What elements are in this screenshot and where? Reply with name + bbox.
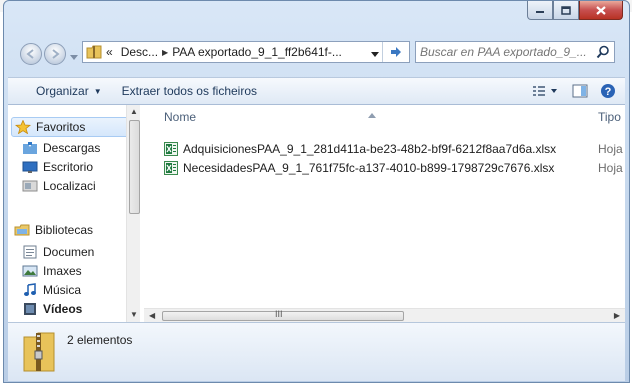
preview-pane-button[interactable]: [569, 81, 591, 101]
toolbar-right-group: ?: [529, 81, 619, 101]
refresh-button[interactable]: [382, 42, 409, 62]
sidebar-item-label: Vídeos: [43, 302, 83, 316]
sidebar-item-escritorio[interactable]: Escritorio: [22, 158, 93, 176]
file-name: AdquisicionesPAA_9_1_281d411a-be23-48b2-…: [183, 142, 557, 156]
desktop-icon: [22, 160, 38, 174]
sidebar-item-label: Descargas: [43, 141, 101, 155]
search-box[interactable]: [415, 41, 615, 63]
sidebar-item-label: Localizaci: [43, 179, 96, 193]
pictures-icon: [22, 264, 38, 278]
navigation-row: « Desc... ▶ PAA exportado_9_1_ff2b641f-.…: [20, 41, 626, 67]
file-type: Hoja d: [598, 142, 625, 156]
documents-icon: [22, 245, 38, 259]
search-input[interactable]: [416, 44, 592, 60]
excel-file-icon: [164, 142, 178, 156]
help-button[interactable]: ?: [597, 81, 619, 101]
maximize-button[interactable]: [553, 1, 579, 20]
details-pane: 2 elementos: [8, 322, 625, 381]
sidebar-item-bibliotecas[interactable]: Bibliotecas: [14, 221, 93, 239]
view-list-icon: [533, 86, 557, 96]
sort-ascending-icon: [368, 107, 376, 121]
sidebar-item-imaxes[interactable]: Imaxes: [22, 262, 82, 280]
address-dropdown[interactable]: [371, 47, 379, 61]
scroll-left-arrow-icon[interactable]: ◀: [149, 311, 155, 320]
command-bar: Organizar ▼ Extraer todos os ficheiros ?: [8, 77, 625, 105]
sidebar-item-musica[interactable]: Música: [22, 281, 81, 299]
forward-button[interactable]: [44, 43, 66, 65]
scroll-down-arrow-icon[interactable]: ▼: [130, 310, 138, 319]
excel-file-icon: [164, 161, 178, 175]
explorer-window: « Desc... ▶ PAA exportado_9_1_ff2b641f-.…: [3, 0, 630, 383]
scroll-right-arrow-icon[interactable]: ▶: [614, 311, 620, 320]
content-area: Favoritos Descargas Escritorio Localizac…: [8, 105, 625, 322]
organize-label: Organizar: [36, 84, 89, 98]
preview-pane-icon: [572, 84, 588, 98]
videos-icon: [22, 302, 38, 316]
libraries-icon: [14, 223, 30, 237]
recent-pages-dropdown[interactable]: [70, 50, 78, 64]
recent-places-icon: [22, 179, 38, 193]
close-icon: [596, 5, 606, 15]
sidebar-item-videos[interactable]: Vídeos: [22, 300, 82, 318]
scroll-up-arrow-icon[interactable]: ▲: [130, 107, 138, 116]
minimize-icon: [536, 11, 544, 13]
sidebar-item-label: Favoritos: [36, 120, 86, 134]
chevron-down-icon: [70, 55, 78, 60]
navigation-pane: Favoritos Descargas Escritorio Localizac…: [8, 105, 141, 322]
extract-all-label: Extraer todos os ficheiros: [121, 84, 258, 98]
breadcrumb-overflow[interactable]: «: [102, 45, 117, 59]
star-icon: [14, 119, 32, 135]
file-row[interactable]: AdquisicionesPAA_9_1_281d411a-be23-48b2-…: [164, 140, 556, 158]
sidebar-item-documentos[interactable]: Documen: [22, 243, 94, 261]
sidebar-item-label: Escritorio: [43, 160, 94, 174]
caption-buttons: [527, 1, 623, 21]
sidebar-item-localizacions[interactable]: Localizaci: [22, 177, 96, 195]
view-options-button[interactable]: [529, 81, 563, 101]
minimize-button[interactable]: [527, 1, 553, 20]
item-count: 2 elementos: [67, 333, 133, 347]
sidebar-item-label: Imaxes: [43, 264, 82, 278]
forward-arrow-icon: [52, 49, 60, 59]
chevron-down-icon: ▼: [93, 86, 102, 96]
address-bar[interactable]: « Desc... ▶ PAA exportado_9_1_ff2b641f-.…: [82, 41, 410, 63]
scroll-grip: III: [275, 309, 283, 319]
sidebar-scroll-thumb[interactable]: [129, 120, 140, 214]
back-arrow-icon: [26, 49, 34, 59]
zip-folder-icon: [86, 45, 102, 59]
back-button[interactable]: [20, 43, 42, 65]
column-header-type[interactable]: Tipo: [598, 105, 621, 129]
column-header-name[interactable]: Nome: [164, 105, 196, 129]
sidebar-item-label: Bibliotecas: [35, 223, 94, 237]
file-list-horizontal-scrollbar[interactable]: ◀ III ▶: [144, 308, 625, 322]
help-icon: ?: [601, 84, 615, 98]
svg-text:?: ?: [605, 86, 612, 98]
sidebar-scrollbar[interactable]: ▲ ▼: [126, 105, 140, 322]
file-type: Hoja d: [598, 161, 625, 175]
chevron-down-icon: [371, 52, 379, 57]
downloads-folder-icon: [22, 141, 38, 155]
close-button[interactable]: [579, 1, 623, 20]
extract-all-button[interactable]: Extraer todos os ficheiros: [114, 80, 265, 102]
file-row[interactable]: NecesidadesPAA_9_1_761f75fc-a137-4010-b8…: [164, 159, 554, 177]
horizontal-scroll-thumb[interactable]: III: [162, 309, 404, 321]
file-list-pane: Nome Tipo AdquisicionesPAA_9_1_281d411a-…: [144, 105, 625, 322]
music-icon: [22, 283, 38, 297]
sidebar-item-label: Documen: [43, 245, 95, 259]
file-name: NecesidadesPAA_9_1_761f75fc-a137-4010-b8…: [183, 161, 555, 175]
breadcrumb-item-desc[interactable]: Desc...: [117, 45, 162, 59]
zip-folder-large-icon: [22, 331, 56, 376]
breadcrumb-item-current[interactable]: PAA exportado_9_1_ff2b641f-...: [168, 45, 346, 59]
refresh-icon: [391, 47, 401, 57]
sidebar-item-descargas[interactable]: Descargas: [22, 139, 100, 157]
search-icon[interactable]: [596, 45, 610, 62]
maximize-icon: [561, 5, 571, 15]
sidebar-item-label: Música: [43, 283, 82, 297]
organize-button[interactable]: Organizar ▼: [28, 80, 110, 102]
sidebar-item-favoritos[interactable]: Favoritos: [11, 117, 137, 137]
